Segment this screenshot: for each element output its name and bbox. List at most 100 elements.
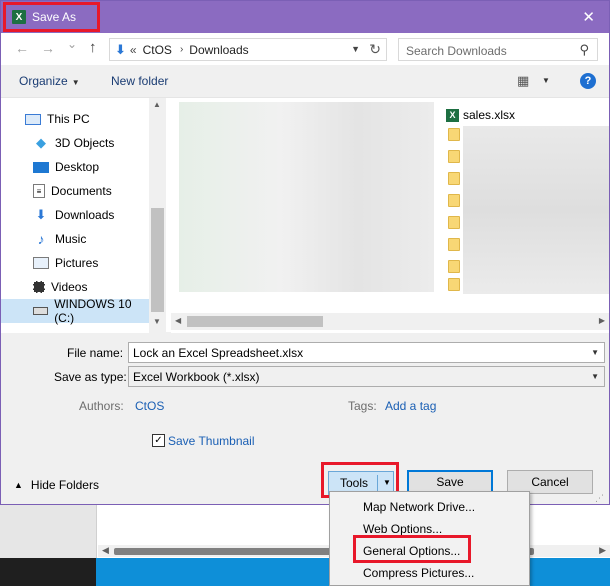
- add-tag-link[interactable]: Add a tag: [385, 399, 436, 413]
- drive-icon: [33, 307, 49, 315]
- menu-item-web-options[interactable]: Web Options...: [363, 522, 442, 536]
- navigation-pane-scroll-thumb[interactable]: [151, 208, 164, 312]
- breadcrumb-downloads[interactable]: Downloads: [189, 43, 248, 57]
- scroll-left-arrow-icon: ◀: [102, 545, 109, 555]
- sidebar-item-windows-10-c[interactable]: WINDOWS 10 (C:): [1, 297, 149, 325]
- up-arrow-icon[interactable]: ↑: [89, 39, 97, 56]
- folder-icon[interactable]: [448, 216, 460, 229]
- file-item-sales[interactable]: X sales.xlsx: [446, 108, 515, 122]
- save-thumbnail-checkbox[interactable]: ✓: [152, 434, 165, 447]
- blurred-file-thumbnails: [179, 102, 434, 292]
- chevron-up-icon: ▲: [14, 480, 23, 490]
- sidebar-item-label: WINDOWS 10 (C:): [54, 297, 132, 325]
- picture-icon: [33, 257, 49, 269]
- sidebar-item-3d-objects[interactable]: ◆ 3D Objects: [1, 131, 149, 155]
- scroll-up-arrow-icon[interactable]: ▲: [153, 100, 161, 109]
- search-box[interactable]: Search Downloads ⚲: [398, 38, 598, 61]
- help-icon[interactable]: ?: [580, 73, 596, 89]
- tools-label: Tools: [340, 476, 369, 490]
- view-options-icon[interactable]: ▦: [517, 73, 529, 89]
- menu-item-compress-pictures[interactable]: Compress Pictures...: [363, 566, 474, 580]
- title-highlight: X Save As: [3, 2, 100, 32]
- taskbar-dark-region: [0, 558, 96, 586]
- breadcrumb-separator: ›: [179, 44, 184, 55]
- close-icon[interactable]: ✕: [582, 8, 595, 26]
- sidebar-item-label: Downloads: [55, 208, 115, 222]
- authors-value[interactable]: CtOS: [135, 399, 164, 413]
- excel-icon: X: [12, 10, 26, 24]
- resize-grip-icon[interactable]: ⋰: [595, 493, 604, 504]
- save-thumbnail-label[interactable]: Save Thumbnail: [168, 434, 255, 448]
- save-as-type-select[interactable]: Excel Workbook (*.xlsx) ▼: [128, 366, 605, 387]
- view-options-caret-icon[interactable]: ▼: [542, 76, 550, 85]
- organize-label: Organize: [19, 74, 68, 88]
- search-input[interactable]: Search Downloads: [406, 44, 507, 58]
- folder-icon[interactable]: [448, 172, 460, 185]
- scroll-left-arrow-icon[interactable]: ◀: [175, 316, 181, 325]
- command-bar: Organize ▼ New folder ▦ ▼ ?: [1, 65, 609, 97]
- browser-panes: This PC ◆ 3D Objects Desktop ≡ Documents…: [1, 97, 609, 333]
- blurred-file-names: [463, 126, 609, 294]
- save-as-type-value: Excel Workbook (*.xlsx): [133, 370, 260, 384]
- hide-folders-label: Hide Folders: [30, 478, 99, 492]
- file-list-pane: X sales.xlsx ◀ ▶: [171, 98, 609, 333]
- sidebar-item-desktop[interactable]: Desktop: [1, 155, 149, 179]
- forward-arrow-icon[interactable]: →: [41, 40, 55, 56]
- sidebar-item-this-pc[interactable]: This PC: [1, 107, 149, 131]
- computer-icon: [25, 113, 41, 125]
- file-list-horizontal-scrollbar[interactable]: ◀ ▶: [171, 313, 609, 330]
- address-overflow[interactable]: «: [130, 43, 137, 57]
- sidebar-item-music[interactable]: ♪ Music: [1, 227, 149, 251]
- sidebar-item-documents[interactable]: ≡ Documents: [1, 179, 149, 203]
- save-as-type-chevron-icon[interactable]: ▼: [591, 372, 599, 381]
- navigation-bar: ← → ⌄ ↑ ⬇ « CtOS › Downloads ▼ ↻ Search …: [1, 33, 609, 65]
- refresh-icon[interactable]: ↻: [369, 41, 381, 58]
- title-bar: X Save As ✕: [1, 1, 609, 33]
- sidebar-item-label: Music: [55, 232, 87, 246]
- document-icon: ≡: [33, 184, 45, 198]
- new-folder-button[interactable]: New folder: [111, 74, 168, 88]
- scroll-down-arrow-icon[interactable]: ▼: [153, 317, 161, 326]
- save-as-dialog: X Save As ✕ ← → ⌄ ↑ ⬇ « CtOS › Downloads…: [0, 0, 610, 505]
- menu-item-map-network-drive[interactable]: Map Network Drive...: [363, 500, 475, 514]
- folder-icon[interactable]: [448, 238, 460, 251]
- navigation-pane-scrollbar[interactable]: ▲ ▼: [149, 98, 166, 333]
- sidebar-item-label: 3D Objects: [55, 136, 115, 150]
- scroll-right-arrow-icon[interactable]: ▶: [599, 316, 605, 325]
- tools-caret-icon[interactable]: ▼: [383, 478, 391, 487]
- general-options-highlight: [353, 535, 471, 563]
- navigation-pane: This PC ◆ 3D Objects Desktop ≡ Documents…: [1, 98, 166, 333]
- file-name-field[interactable]: Lock an Excel Spreadsheet.xlsx ▼: [128, 342, 605, 363]
- organize-button[interactable]: Organize ▼: [19, 74, 80, 88]
- folder-icon[interactable]: [448, 260, 460, 273]
- sidebar-item-label: This PC: [47, 112, 90, 126]
- file-list-scroll-thumb[interactable]: [187, 316, 323, 327]
- tools-split-divider: [377, 475, 378, 491]
- file-name-label: File name:: [67, 346, 124, 360]
- save-as-type-label: Save as type:: [54, 370, 127, 384]
- sidebar-item-downloads[interactable]: ⬇ Downloads: [1, 203, 149, 227]
- back-arrow-icon[interactable]: ←: [15, 40, 29, 56]
- sidebar-item-videos[interactable]: Videos: [1, 275, 149, 299]
- search-icon[interactable]: ⚲: [579, 42, 589, 58]
- download-icon: ⬇: [35, 207, 47, 222]
- desktop-icon: [33, 161, 49, 173]
- sidebar-item-label: Documents: [51, 184, 112, 198]
- folder-icon[interactable]: [448, 278, 460, 291]
- download-icon: ⬇: [115, 41, 126, 57]
- video-icon: [33, 281, 45, 293]
- recent-locations-chevron-icon[interactable]: ⌄: [67, 37, 77, 51]
- address-bar[interactable]: ⬇ « CtOS › Downloads ▼ ↻: [109, 38, 387, 61]
- window-title: Save As: [32, 10, 77, 24]
- folder-icon[interactable]: [448, 150, 460, 163]
- breadcrumb-ctos[interactable]: CtOS: [143, 43, 172, 57]
- hide-folders-button[interactable]: ▲ Hide Folders: [14, 478, 99, 492]
- folder-icon[interactable]: [448, 194, 460, 207]
- address-dropdown-chevron-icon[interactable]: ▼: [351, 44, 360, 54]
- tags-label: Tags:: [348, 399, 377, 413]
- sidebar-item-label: Videos: [51, 280, 88, 294]
- file-name-dropdown-chevron-icon[interactable]: ▼: [591, 348, 599, 357]
- authors-label: Authors:: [79, 399, 124, 413]
- folder-icon[interactable]: [448, 128, 460, 141]
- sidebar-item-pictures[interactable]: Pictures: [1, 251, 149, 275]
